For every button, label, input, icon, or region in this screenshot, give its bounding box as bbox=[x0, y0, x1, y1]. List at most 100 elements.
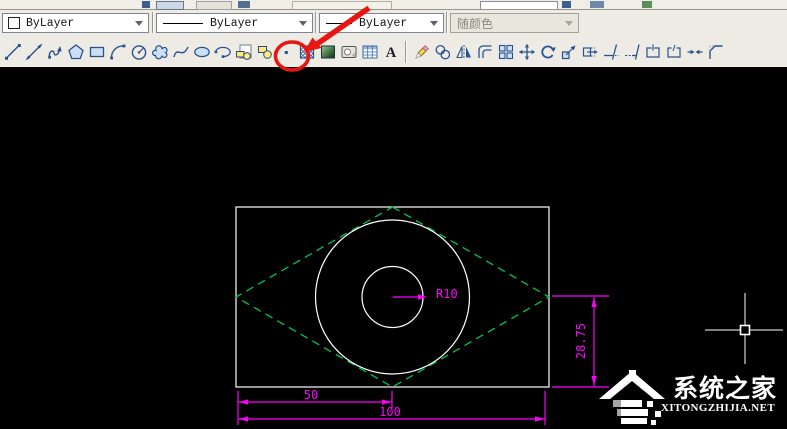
radius-dimension-label: R10 bbox=[436, 287, 458, 301]
color-control-value: ByLayer bbox=[26, 16, 75, 30]
point-button[interactable] bbox=[275, 39, 296, 65]
insert-block-icon bbox=[235, 44, 251, 60]
make-block-button[interactable] bbox=[254, 39, 275, 65]
ellipse-arc-button[interactable] bbox=[212, 39, 233, 65]
hatch-icon bbox=[299, 44, 314, 59]
chevron-down-icon[interactable] bbox=[428, 14, 440, 32]
region-button[interactable] bbox=[338, 39, 359, 65]
draw-modify-toolbar: A bbox=[0, 36, 787, 67]
lineweight-control-dropdown[interactable]: ByLayer bbox=[319, 13, 444, 33]
linetype-control-value: ByLayer bbox=[210, 16, 259, 30]
full-width-dimension-label: 100 bbox=[379, 405, 401, 419]
line-icon bbox=[4, 43, 21, 60]
hatch-button[interactable] bbox=[296, 39, 317, 65]
revision-cloud-icon bbox=[151, 44, 168, 59]
multiline-text-icon: A bbox=[385, 45, 396, 61]
crosshair-cursor bbox=[705, 293, 783, 364]
extend-button[interactable] bbox=[621, 39, 642, 65]
copy-button[interactable] bbox=[432, 39, 453, 65]
color-swatch bbox=[8, 17, 20, 29]
watermark-house-icon bbox=[599, 370, 665, 425]
chevron-down-icon[interactable] bbox=[133, 14, 145, 32]
mirror-icon bbox=[455, 44, 471, 59]
lineweight-sample bbox=[326, 22, 352, 24]
erase-button[interactable] bbox=[411, 39, 432, 65]
ellipse-arc-icon bbox=[214, 46, 231, 58]
trim-button[interactable] bbox=[600, 39, 621, 65]
line-button[interactable] bbox=[2, 39, 23, 65]
circle-icon bbox=[131, 44, 146, 60]
object-properties-toolbar: ByLayer ByLayer ByLayer 随颜色 bbox=[0, 10, 787, 36]
radius-dimension: R10 bbox=[392, 287, 458, 301]
array-icon bbox=[498, 44, 513, 59]
clipped-icon-fragment bbox=[562, 1, 571, 8]
clipped-icon-fragment bbox=[156, 1, 184, 10]
clipped-icon-fragment bbox=[642, 1, 652, 8]
svg-text:A: A bbox=[385, 45, 396, 61]
watermark-title: 系统之家 bbox=[673, 375, 778, 403]
arc-button[interactable] bbox=[107, 39, 128, 65]
half-width-dimension-label: 50 bbox=[304, 388, 318, 402]
construction-line-icon bbox=[25, 43, 42, 60]
height-dimension-label: 28.75 bbox=[574, 323, 588, 359]
polyline-icon bbox=[47, 45, 62, 59]
chamfer-button[interactable] bbox=[705, 39, 726, 65]
rotate-icon bbox=[540, 45, 556, 58]
stretch-icon bbox=[582, 46, 598, 57]
copy-icon bbox=[435, 44, 450, 59]
polygon-button[interactable] bbox=[65, 39, 86, 65]
break-at-point-icon bbox=[645, 44, 660, 58]
toolbar-separator bbox=[315, 12, 317, 33]
erase-icon bbox=[414, 44, 429, 59]
mirror-button[interactable] bbox=[453, 39, 474, 65]
join-icon bbox=[687, 49, 702, 54]
scale-icon bbox=[561, 45, 575, 59]
stretch-button[interactable] bbox=[579, 39, 600, 65]
gradient-button[interactable] bbox=[317, 39, 338, 65]
clipped-icon-fragment bbox=[590, 1, 604, 8]
table-icon bbox=[362, 45, 377, 58]
break-button[interactable] bbox=[663, 39, 684, 65]
polyline-button[interactable] bbox=[44, 39, 65, 65]
chevron-down-icon bbox=[563, 14, 575, 32]
watermark-site: XITONGZHIJIA.NET bbox=[661, 402, 776, 414]
rotate-button[interactable] bbox=[537, 39, 558, 65]
ellipse-button[interactable] bbox=[191, 39, 212, 65]
toolbar-separator bbox=[405, 40, 407, 63]
break-at-point-button[interactable] bbox=[642, 39, 663, 65]
make-block-icon bbox=[257, 45, 272, 59]
lineweight-control-value: ByLayer bbox=[359, 16, 408, 30]
circle-button[interactable] bbox=[128, 39, 149, 65]
extend-icon bbox=[624, 43, 640, 60]
region-icon bbox=[341, 45, 356, 58]
offset-button[interactable] bbox=[474, 39, 495, 65]
scale-button[interactable] bbox=[558, 39, 579, 65]
pickbox bbox=[739, 324, 751, 336]
rectangle-icon bbox=[89, 46, 104, 57]
model-space-canvas[interactable]: R10 50 100 28.75 系统之家 XITONGZHIJIA.NET bbox=[0, 67, 787, 429]
linetype-control-dropdown[interactable]: ByLayer bbox=[156, 13, 313, 33]
move-icon bbox=[518, 43, 535, 60]
rectangle-button[interactable] bbox=[86, 39, 107, 65]
multiline-text-button[interactable]: A bbox=[380, 39, 401, 65]
revision-cloud-button[interactable] bbox=[149, 39, 170, 65]
array-button[interactable] bbox=[495, 39, 516, 65]
move-button[interactable] bbox=[516, 39, 537, 65]
toolbar-separator bbox=[152, 12, 154, 33]
break-icon bbox=[666, 44, 681, 58]
arc-icon bbox=[109, 44, 125, 59]
polygon-icon bbox=[67, 43, 84, 59]
color-control-dropdown[interactable]: ByLayer bbox=[2, 13, 149, 33]
plotstyle-control-dropdown: 随颜色 bbox=[450, 13, 579, 33]
construction-line-button[interactable] bbox=[23, 39, 44, 65]
clipped-panel-fragment bbox=[292, 1, 392, 9]
table-button[interactable] bbox=[359, 39, 380, 65]
join-button[interactable] bbox=[684, 39, 705, 65]
insert-block-button[interactable] bbox=[233, 39, 254, 65]
spline-icon bbox=[172, 46, 189, 57]
linetype-sample bbox=[163, 22, 203, 24]
spline-button[interactable] bbox=[170, 39, 191, 65]
cad-application-window: ByLayer ByLayer ByLayer 随颜色 A R10 50 100… bbox=[0, 0, 787, 429]
gradient-icon bbox=[320, 45, 335, 58]
chevron-down-icon[interactable] bbox=[297, 14, 309, 32]
